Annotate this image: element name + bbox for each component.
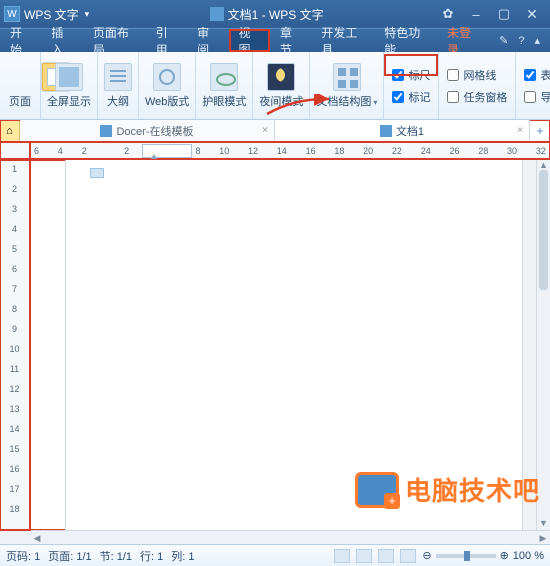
ruler-indent-marker[interactable] (150, 154, 158, 159)
close-button[interactable]: ✕ (518, 4, 546, 24)
tab-docer-template[interactable]: Docer-在线模板 × (20, 120, 275, 141)
tab-add-button[interactable]: + (530, 120, 550, 141)
view-mode-4-icon[interactable] (400, 549, 416, 563)
status-page-number[interactable]: 页码: 1 (6, 548, 40, 564)
horizontal-ruler[interactable]: 6 4 2 2 4 6 8 10 12 14 16 18 20 22 24 26… (30, 142, 550, 159)
menu-review[interactable]: 审阅 (187, 29, 228, 52)
chevron-down-icon: ▾ (373, 98, 377, 107)
page-header-marker (90, 168, 104, 178)
vertical-ruler[interactable]: 1 2 3 4 5 6 7 8 9 10 11 12 13 14 15 16 1… (0, 160, 30, 530)
ruler-checkbox[interactable] (392, 69, 404, 81)
check-ruler[interactable]: 标尺 (392, 67, 430, 83)
menu-tail-icons: ✎ ? ▴ (489, 29, 550, 52)
minimize-button[interactable]: – (462, 4, 490, 24)
view-mode-3-icon[interactable] (378, 549, 394, 563)
status-bar: 页码: 1 页面: 1/1 节: 1/1 行: 1 列: 1 ⊖ ⊕ 100 % (0, 544, 550, 566)
menu-chapter[interactable]: 章节 (270, 29, 311, 52)
view-page-button[interactable]: 页面 (0, 52, 41, 119)
structure-icon (333, 63, 361, 91)
scroll-right-icon[interactable]: ▶ (536, 531, 550, 544)
maximize-button[interactable]: ▢ (490, 4, 518, 24)
zoom-value[interactable]: 100 % (513, 550, 544, 562)
document-title: 文档1 - WPS 文字 (228, 6, 324, 23)
web-icon (153, 63, 181, 91)
check-gridlines[interactable]: 网格线 (447, 67, 507, 83)
tab-document-1[interactable]: 文档1 × (275, 120, 530, 141)
outline-icon (104, 63, 132, 91)
view-web-button[interactable]: Web版式 (139, 52, 196, 119)
zoom-in-icon[interactable]: ⊕ (500, 549, 509, 562)
scroll-down-icon[interactable]: ▼ (537, 518, 550, 530)
app-menu-dropdown-icon[interactable]: ▾ (85, 9, 90, 20)
status-line[interactable]: 行: 1 (140, 548, 163, 564)
help-icon[interactable]: ? (518, 35, 524, 47)
tabs-home-icon[interactable]: ⌂ (0, 120, 20, 141)
ruler-corner[interactable] (0, 142, 30, 159)
tableframe-checkbox[interactable] (524, 69, 536, 81)
menu-start[interactable]: 开始 (0, 29, 41, 52)
document-tabs: ⌂ Docer-在线模板 × 文档1 × + (0, 120, 550, 142)
zoom-out-icon[interactable]: ⊖ (422, 549, 431, 562)
marks-checkbox[interactable] (392, 91, 404, 103)
zoom-knob[interactable] (464, 551, 470, 561)
tab-close-icon[interactable]: × (262, 125, 268, 136)
app-icon: W (4, 6, 20, 22)
app-name: WPS 文字 (24, 6, 79, 23)
eye-icon (210, 63, 238, 91)
skin-icon[interactable]: ✎ (499, 34, 508, 47)
tab-close-icon[interactable]: × (517, 125, 523, 136)
menu-page-layout[interactable]: 页面布局 (83, 29, 146, 52)
gridlines-checkbox[interactable] (447, 69, 459, 81)
check-marks[interactable]: 标记 (392, 89, 430, 105)
check-col-2: 网格线 任务窗格 (439, 52, 516, 119)
moon-icon (267, 63, 295, 91)
scroll-thumb[interactable] (539, 170, 548, 290)
check-task-pane[interactable]: 任务窗格 (447, 89, 507, 105)
check-nav-pane[interactable]: 导航窗格 (524, 89, 550, 105)
status-section[interactable]: 节: 1/1 (100, 548, 132, 564)
page-canvas[interactable] (66, 160, 522, 530)
document-view[interactable] (30, 160, 536, 530)
horizontal-scrollbar[interactable]: ◀ ▶ (0, 530, 550, 544)
check-col-3: 表格虚框 导航窗格 (516, 52, 550, 119)
menu-references[interactable]: 引用 (146, 29, 187, 52)
check-col-1: 标尺 标记 (384, 52, 439, 119)
ribbon-collapse-icon[interactable]: ▴ (534, 34, 540, 47)
tab-doc-icon (380, 125, 392, 137)
menu-special[interactable]: 特色功能 (374, 29, 437, 52)
menu-insert[interactable]: 插入 (41, 29, 82, 52)
left-margin-gap (30, 160, 66, 530)
taskpane-checkbox[interactable] (447, 91, 459, 103)
view-mode-2-icon[interactable] (356, 549, 372, 563)
ruler-row: 6 4 2 2 4 6 8 10 12 14 16 18 20 22 24 26… (0, 142, 550, 160)
zoom-slider[interactable] (436, 554, 496, 558)
zoom-control[interactable]: ⊖ ⊕ 100 % (422, 549, 544, 562)
menu-view[interactable]: 视图 (229, 29, 270, 52)
hscroll-track[interactable] (44, 531, 536, 544)
scroll-left-icon[interactable]: ◀ (30, 531, 44, 544)
vertical-scrollbar[interactable]: ▲ ▼ (536, 160, 550, 530)
document-icon (210, 7, 224, 21)
view-eye-mode-button[interactable]: 护眼模式 (196, 52, 253, 119)
doc-structure-button[interactable]: 文档结构图▾ (310, 52, 384, 119)
menu-bar: 开始 插入 页面布局 引用 审阅 视图 章节 开发工具 特色功能 未登录 ✎ ?… (0, 28, 550, 52)
menu-not-logged-in[interactable]: 未登录 (437, 29, 489, 52)
fullscreen-icon (55, 63, 83, 91)
check-table-frame[interactable]: 表格虚框 (524, 67, 550, 83)
ribbon: 页面 全屏显示 大纲 Web版式 护眼模式 夜间模式 文档结构图▾ 标尺 标记 … (0, 52, 550, 120)
editor-area: 1 2 3 4 5 6 7 8 9 10 11 12 13 14 15 16 1… (0, 160, 550, 530)
status-column[interactable]: 列: 1 (171, 548, 194, 564)
status-page[interactable]: 页面: 1/1 (48, 548, 91, 564)
tab-doc-icon (100, 125, 112, 137)
menu-dev-tools[interactable]: 开发工具 (311, 29, 374, 52)
navpane-checkbox[interactable] (524, 91, 536, 103)
feedback-icon[interactable]: ✿ (434, 4, 462, 24)
view-night-mode-button[interactable]: 夜间模式 (253, 52, 310, 119)
view-outline-button[interactable]: 大纲 (98, 52, 139, 119)
view-mode-1-icon[interactable] (334, 549, 350, 563)
